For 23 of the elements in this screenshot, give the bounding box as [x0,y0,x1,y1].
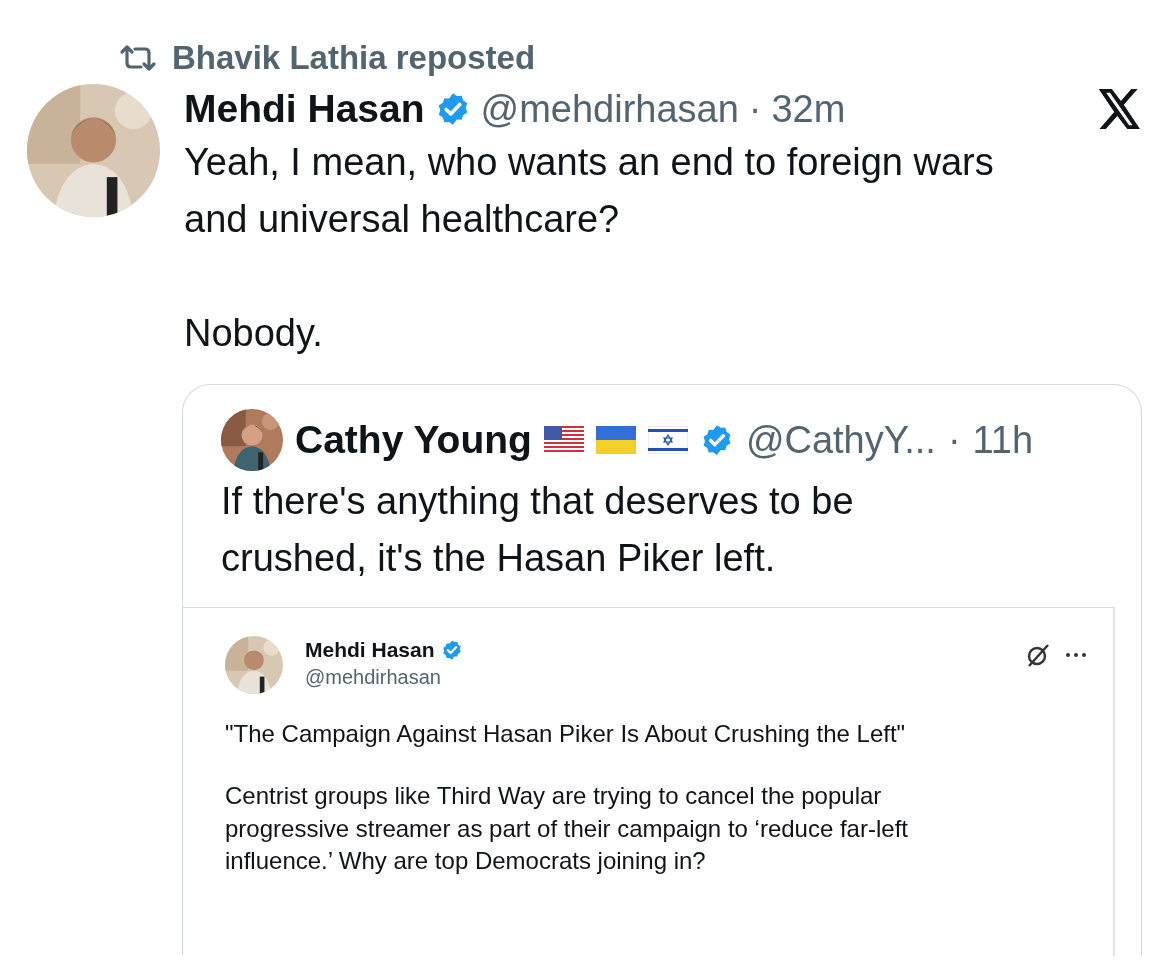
more-icon [1065,652,1087,658]
author-handle[interactable]: @mehdirhasan [480,87,739,131]
separator-dot: · [947,418,961,462]
quoted-tweet-card[interactable] [182,384,1142,956]
ukraine-flag-icon [595,426,636,454]
tweet-text: Yeah, I mean, who wants an end to foreign wars and universal healthcare? Nobody. [184,140,995,356]
timestamp[interactable]: 11h [972,418,1034,462]
separator-dot: · [748,87,762,131]
us-flag-icon [543,426,584,454]
article-summary: Centrist groups like Third Way are trying to cancel the popular progressive streamer as part of their campaign to ‘reduce far-left influence.’ Why are top Democrats joining in? [225,781,909,877]
israel-flag-icon [647,426,688,454]
repost-label: Bhavik Lathia reposted [172,39,536,77]
article-headline: "The Campaign Against Hasan Piker Is About Crushing the Left" [225,719,907,749]
author-name[interactable]: Cathy Young [295,418,532,462]
slashed-circle-icon [1025,642,1051,668]
quoted-tweet-text: If there's anything that deserves to be crushed, it's the Hasan Piker left. [221,479,855,581]
author-handle: @mehdirhasan [305,666,442,689]
repost-icon [118,43,158,73]
timestamp[interactable]: 32m [771,87,846,131]
author-name[interactable]: Mehdi Hasan [184,87,425,131]
author-handle[interactable]: @CathyY... [745,418,936,462]
x-logo-icon [1098,89,1142,129]
author-name: Mehdi Hasan [305,638,435,662]
